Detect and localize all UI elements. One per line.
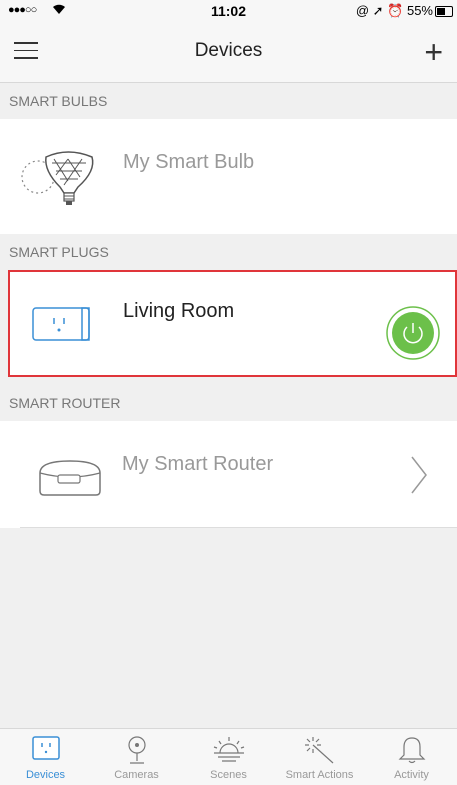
device-row-smart-router[interactable]: My Smart Router [0,421,457,528]
smart-plug-icon [32,304,96,351]
router-icon [36,453,104,504]
device-name: Living Room [123,300,235,322]
bell-icon [398,737,425,764]
tab-label: Smart Actions [285,769,354,781]
magic-wand-icon [304,737,333,764]
section-title: SMART PLUGS [9,244,109,260]
device-row-living-room[interactable]: Living Room [8,270,457,377]
status-bar: ●●●○○ 11:02 @ ➚ ⏰ 55% [0,0,457,22]
section-title: SMART ROUTER [9,395,121,411]
device-row-smart-bulb[interactable]: My Smart Bulb [0,119,457,234]
tab-label: Scenes [210,769,247,781]
tab-smart-actions[interactable]: Smart Actions [274,729,365,785]
tab-bar: Devices Cameras Scenes Smart Actions Act… [0,728,457,785]
section-header-plugs: SMART PLUGS [0,234,457,270]
device-name: My Smart Router [122,453,274,475]
status-indicators: @ ➚ ⏰ 55% [355,3,433,18]
section-header-bulbs: SMART BULBS [0,83,457,119]
tab-label: Activity [394,769,429,781]
section-title: SMART BULBS [9,93,108,109]
nav-bar: Devices + [0,22,457,83]
plug-icon [31,736,60,760]
tab-cameras[interactable]: Cameras [91,729,182,785]
bulb-icon [16,141,100,216]
device-name: My Smart Bulb [123,151,255,173]
tab-label: Cameras [114,769,159,781]
page-title: Devices [194,40,263,61]
tab-scenes[interactable]: Scenes [183,729,274,785]
power-toggle-button[interactable] [386,306,440,365]
plus-icon[interactable]: + [424,36,443,68]
tab-label: Devices [25,769,66,781]
sunrise-icon [213,737,244,762]
row-divider [20,527,457,528]
tab-devices[interactable]: Devices [0,729,91,785]
section-header-router: SMART ROUTER [0,385,457,421]
chevron-right-icon[interactable] [410,455,428,500]
camera-icon [127,736,146,764]
tab-activity[interactable]: Activity [366,729,457,785]
battery-icon [435,6,453,17]
